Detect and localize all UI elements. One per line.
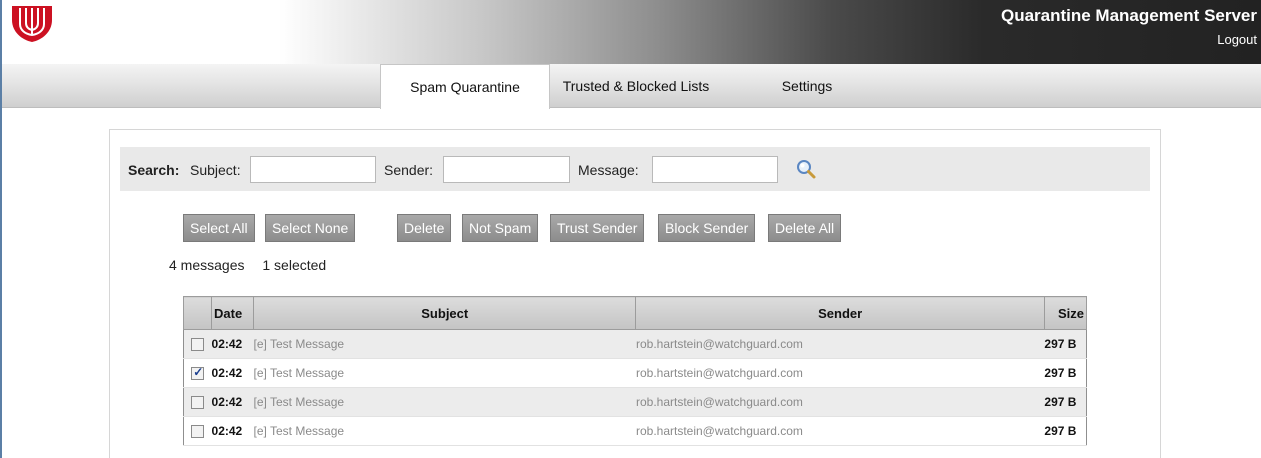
tab-spam-quarantine[interactable]: Spam Quarantine xyxy=(380,64,550,109)
sender-label: Sender: xyxy=(384,162,434,178)
row-subject[interactable]: [e] Test Message xyxy=(253,387,636,417)
subject-label: Subject: xyxy=(190,162,241,178)
table-header-row: Date Subject Sender Size xyxy=(182,296,1088,330)
logout-link[interactable]: Logout xyxy=(1217,32,1257,47)
row-date: 02:42 xyxy=(211,387,254,417)
row-size: 297 B xyxy=(1044,329,1087,359)
row-checkbox[interactable] xyxy=(191,425,205,439)
select-all-button[interactable]: Select All xyxy=(183,214,255,242)
row-date: 02:42 xyxy=(211,358,254,388)
selected-count: 1 selected xyxy=(262,257,327,273)
row-sender: rob.hartstein@watchguard.com xyxy=(635,329,1045,359)
sender-search-input[interactable] xyxy=(443,156,570,183)
row-size: 297 B xyxy=(1044,358,1087,388)
header-subject[interactable]: Subject xyxy=(253,296,637,330)
row-subject[interactable]: [e] Test Message xyxy=(253,358,636,388)
trust-sender-button[interactable]: Trust Sender xyxy=(550,214,645,242)
header-date[interactable]: Date xyxy=(211,296,255,330)
table-row[interactable]: 02:42 [e] Test Message rob.hartstein@wat… xyxy=(183,329,1087,359)
delete-all-button[interactable]: Delete All xyxy=(768,214,842,242)
quarantine-panel: Search: Subject: Sender: Message: Select… xyxy=(109,129,1161,458)
search-label: Search: xyxy=(128,162,180,178)
row-checkbox[interactable] xyxy=(191,365,205,381)
row-date: 02:42 xyxy=(211,416,254,446)
row-checkbox[interactable] xyxy=(191,338,205,352)
subject-search-input[interactable] xyxy=(250,156,376,183)
header-sender[interactable]: Sender xyxy=(635,296,1045,330)
row-subject[interactable]: [e] Test Message xyxy=(253,329,636,359)
tab-bar: Spam Quarantine Trusted & Blocked Lists … xyxy=(2,64,1261,109)
header-size[interactable]: Size xyxy=(1043,296,1088,330)
header-select xyxy=(182,296,213,330)
tab-trusted-blocked-lists[interactable]: Trusted & Blocked Lists xyxy=(552,64,720,108)
message-counts: 4 messages 1 selected xyxy=(169,257,326,273)
select-none-button[interactable]: Select None xyxy=(265,214,356,242)
magnifier-icon[interactable] xyxy=(795,158,817,180)
message-count: 4 messages xyxy=(169,257,245,273)
row-size: 297 B xyxy=(1044,387,1087,417)
row-subject[interactable]: [e] Test Message xyxy=(253,416,636,446)
table-row[interactable]: 02:42 [e] Test Message rob.hartstein@wat… xyxy=(183,358,1087,388)
block-sender-button[interactable]: Block Sender xyxy=(658,214,756,242)
app-title: Quarantine Management Server xyxy=(1000,6,1257,25)
row-date: 02:42 xyxy=(211,329,254,359)
row-sender: rob.hartstein@watchguard.com xyxy=(635,387,1045,417)
row-checkbox[interactable] xyxy=(191,396,205,410)
row-size: 297 B xyxy=(1044,416,1087,446)
message-table: Date Subject Sender Size 02:42 [e] Test … xyxy=(182,296,1088,446)
row-sender: rob.hartstein@watchguard.com xyxy=(635,358,1045,388)
search-bar: Search: Subject: Sender: Message: xyxy=(120,147,1150,191)
table-row[interactable]: 02:42 [e] Test Message rob.hartstein@wat… xyxy=(183,387,1087,417)
header-bar: Quarantine Management Server Logout xyxy=(2,0,1261,64)
tab-settings[interactable]: Settings xyxy=(762,64,852,108)
delete-button[interactable]: Delete xyxy=(397,214,452,242)
row-sender: rob.hartstein@watchguard.com xyxy=(635,416,1045,446)
watchguard-logo-icon xyxy=(8,4,58,44)
table-row[interactable]: 02:42 [e] Test Message rob.hartstein@wat… xyxy=(183,416,1087,446)
message-search-input[interactable] xyxy=(652,156,778,183)
not-spam-button[interactable]: Not Spam xyxy=(462,214,539,242)
message-label: Message: xyxy=(578,162,639,178)
